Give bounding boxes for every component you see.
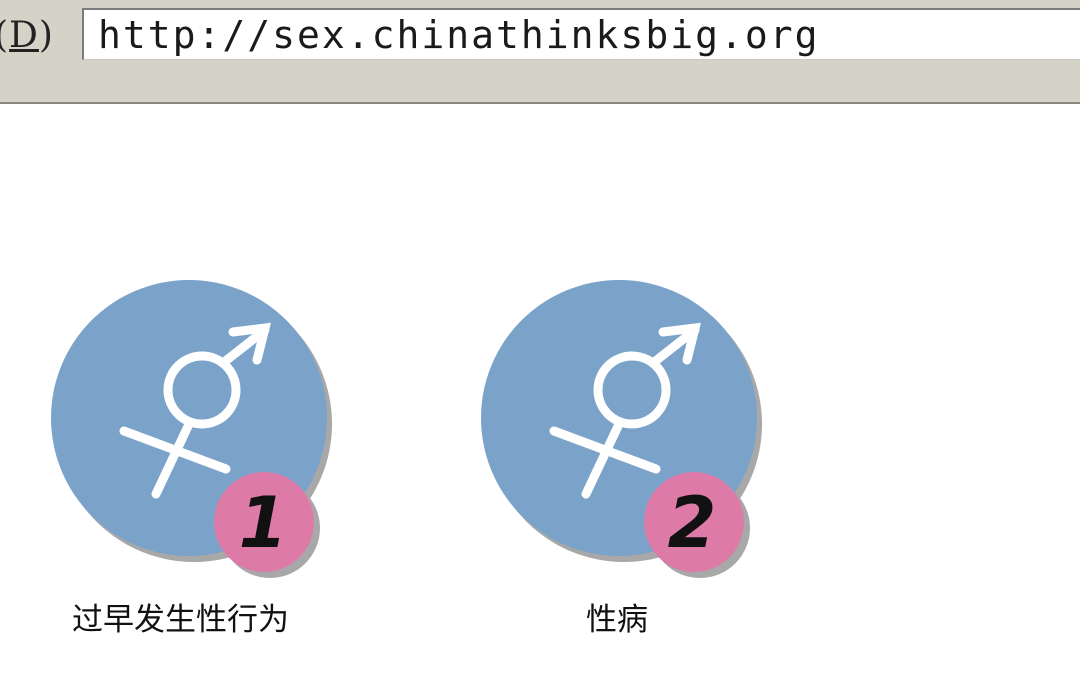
address-label-hotkey: D xyxy=(9,15,39,56)
gender-symbol-icon: 1 xyxy=(51,280,332,578)
topic-card-1[interactable]: 1 xyxy=(50,280,350,588)
topic-card-2[interactable]: 2 xyxy=(480,280,780,588)
browser-page: (D) http://sex.chinathinksbig.org 1 过早发生… xyxy=(0,0,1080,690)
address-label: (D) xyxy=(0,14,54,58)
topic-caption-1: 过早发生性行为 xyxy=(72,602,289,638)
number-label: 2 xyxy=(668,482,717,564)
address-input[interactable]: http://sex.chinathinksbig.org xyxy=(82,8,1080,60)
number-label: 1 xyxy=(239,482,288,564)
address-label-open: ( xyxy=(0,15,9,56)
address-toolbar: (D) http://sex.chinathinksbig.org xyxy=(0,0,1080,104)
address-label-close: ) xyxy=(38,15,54,56)
gender-symbol-icon: 2 xyxy=(481,280,762,578)
topic-caption-2: 性病 xyxy=(586,602,648,638)
